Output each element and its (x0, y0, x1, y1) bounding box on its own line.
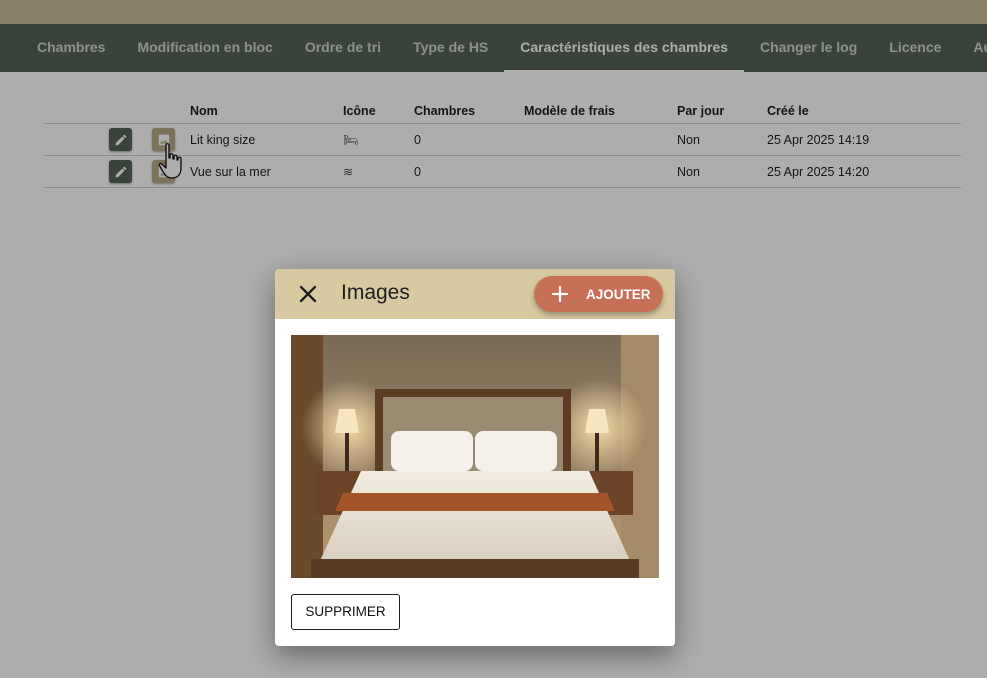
lampshade-left (335, 409, 359, 433)
pillow-right (475, 431, 557, 471)
add-image-button-label: AJOUTER (586, 287, 651, 302)
pillow-left (391, 431, 473, 471)
bed-frame (311, 559, 639, 578)
bed-runner (335, 493, 615, 511)
room-image (291, 335, 659, 578)
close-icon[interactable] (296, 282, 320, 306)
delete-image-button[interactable]: SUPPRIMER (291, 594, 400, 630)
lampshade-right (585, 409, 609, 433)
add-image-button[interactable]: AJOUTER (534, 276, 663, 312)
bed-duvet (319, 471, 631, 563)
lamp-stand-left (345, 433, 349, 471)
images-dialog: Images AJOUTER SUPPRIMER (275, 269, 675, 646)
lamp-stand-right (595, 433, 599, 471)
dialog-title: Images (341, 281, 410, 304)
dialog-header: Images AJOUTER (275, 269, 675, 319)
plus-icon (551, 285, 569, 303)
